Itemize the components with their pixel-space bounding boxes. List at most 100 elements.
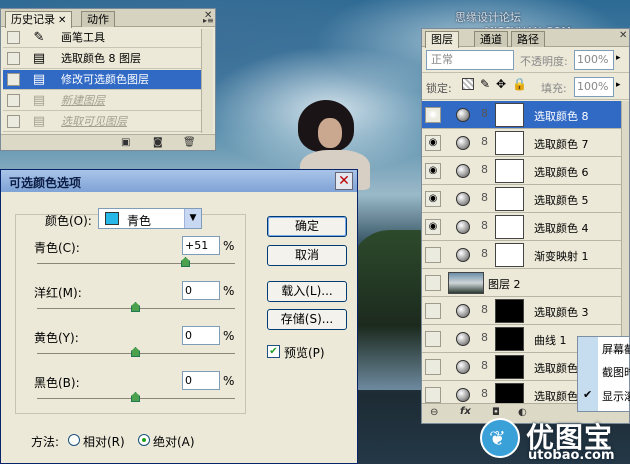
eye-icon[interactable] — [425, 331, 441, 347]
layer-mask-thumbnail[interactable] — [495, 243, 524, 267]
history-item[interactable]: ✎ 画笔工具 — [3, 28, 201, 48]
history-footer: ▣ ◙ 🗑 — [1, 134, 215, 150]
history-item[interactable]: ▤ 选取可见图层 — [3, 112, 201, 132]
lock-transparency-icon[interactable] — [462, 78, 474, 90]
layer-mask-thumbnail[interactable] — [495, 327, 524, 351]
chevron-right-icon[interactable]: ▸ — [616, 53, 621, 63]
camera-icon[interactable]: ◙ — [153, 137, 163, 148]
opacity-input[interactable]: 100% — [574, 50, 614, 70]
eye-icon[interactable]: ◉ — [425, 191, 441, 207]
history-source-box[interactable] — [7, 94, 20, 107]
history-item-selected[interactable]: ▤ 修改可选颜色图层 — [3, 70, 201, 90]
tab-actions[interactable]: 动作 — [81, 11, 115, 27]
trash-icon[interactable]: 🗑 — [183, 137, 196, 148]
slider-track[interactable] — [37, 263, 235, 264]
tab-layers[interactable]: 图层 — [425, 31, 459, 48]
eye-icon[interactable] — [425, 359, 441, 375]
load-button[interactable]: 载入(L)... — [267, 281, 347, 302]
chevron-down-icon[interactable]: ▼ — [184, 209, 201, 228]
history-scrollbar[interactable] — [201, 29, 213, 133]
layer-row[interactable]: ◉ 8 选取颜色 5 — [422, 185, 621, 213]
layer-mask-thumbnail[interactable] — [495, 355, 524, 379]
link-icon[interactable]: ⊖ — [430, 407, 438, 418]
eye-icon[interactable]: ◉ — [425, 219, 441, 235]
lock-move-icon[interactable]: ✥ — [496, 77, 506, 91]
history-source-box[interactable] — [7, 52, 20, 65]
history-source-box[interactable] — [7, 115, 20, 128]
tab-paths[interactable]: 路径 — [511, 31, 545, 47]
slider-value-input[interactable]: +51 — [182, 236, 220, 255]
tab-history[interactable]: 历史记录 ✕ — [5, 11, 73, 28]
layer-row[interactable]: ◉ 8 选取颜色 4 — [422, 213, 621, 241]
panel-menu-icon[interactable]: ▸≡ — [203, 16, 214, 25]
layer-row[interactable]: 图层 2 — [422, 269, 621, 297]
document-icon: ▤ — [32, 51, 46, 66]
ok-button-label: 确定 — [294, 219, 319, 233]
document-icon: ▤ — [32, 72, 46, 87]
fill-input[interactable]: 100% — [574, 77, 614, 97]
layer-row[interactable]: ◉ 8 选取颜色 8 — [422, 101, 621, 129]
load-button-label: 载入(L)... — [281, 284, 333, 298]
layer-row[interactable]: 8 渐变映射 1 — [422, 241, 621, 269]
eye-icon[interactable] — [425, 303, 441, 319]
layer-mask-thumbnail[interactable] — [495, 131, 524, 155]
cancel-button[interactable]: 取消 — [267, 245, 347, 266]
new-document-icon[interactable]: ▣ — [121, 137, 130, 148]
watermark-logo: ❦ 优图宝 utobao.com — [480, 410, 630, 464]
chain-link-icon[interactable]: 8 — [481, 359, 488, 372]
chain-link-icon[interactable]: 8 — [481, 247, 488, 260]
layer-mask-thumbnail[interactable] — [495, 103, 524, 127]
method-absolute-radio[interactable] — [138, 434, 150, 446]
eye-icon[interactable]: ◉ — [425, 135, 441, 151]
chain-link-icon[interactable]: 8 — [481, 163, 488, 176]
slider-value-input[interactable]: 0 — [182, 281, 220, 300]
history-source-box[interactable] — [7, 73, 20, 86]
color-select[interactable]: 青色 ▼ — [98, 208, 202, 229]
eye-icon[interactable] — [425, 247, 441, 263]
ok-button[interactable]: 确定 — [267, 216, 347, 237]
close-icon[interactable]: ✕ — [58, 15, 66, 26]
blend-mode-select[interactable]: 正常 — [426, 50, 514, 70]
lock-brush-icon[interactable]: ✎ — [480, 77, 490, 91]
eye-icon[interactable] — [425, 387, 441, 403]
layer-row[interactable]: ◉ 8 选取颜色 6 — [422, 157, 621, 185]
layer-row[interactable]: ◉ 8 选取颜色 7 — [422, 129, 621, 157]
panel-close-icon[interactable]: ✕ — [619, 30, 627, 41]
island-shape — [350, 230, 430, 390]
fx-icon[interactable]: fx — [460, 406, 471, 417]
chain-link-icon[interactable]: 8 — [481, 387, 488, 400]
tab-channels[interactable]: 通道 — [474, 31, 508, 47]
layer-mask-thumbnail[interactable] — [495, 215, 524, 239]
layer-mask-thumbnail[interactable] — [495, 159, 524, 183]
close-button[interactable]: ✕ — [335, 172, 353, 190]
method-absolute-label: 绝对(A) — [153, 435, 195, 449]
preview-checkbox[interactable]: ✔ — [267, 345, 280, 358]
chain-link-icon[interactable]: 8 — [481, 135, 488, 148]
layer-mask-thumbnail[interactable] — [495, 299, 524, 323]
layer-row[interactable]: 8 选取颜色 3 — [422, 297, 621, 325]
tab-layers-label: 图层 — [431, 33, 453, 46]
save-button[interactable]: 存储(S)... — [267, 309, 347, 330]
context-item[interactable]: 显示滚 — [602, 388, 630, 404]
layer-mask-thumbnail[interactable] — [495, 187, 524, 211]
slider-value-input[interactable]: 0 — [182, 371, 220, 390]
dialog-titlebar[interactable]: 可选颜色选项 ✕ — [1, 170, 357, 192]
method-relative-radio[interactable] — [68, 434, 80, 446]
chevron-right-icon[interactable]: ▸ — [616, 80, 621, 90]
chain-link-icon[interactable]: 8 — [481, 331, 488, 344]
history-item[interactable]: ▤ 选取颜色 8 图层 — [3, 49, 201, 69]
context-item[interactable]: 截图时 — [602, 364, 630, 380]
chain-link-icon[interactable]: 8 — [481, 303, 488, 316]
chain-link-icon[interactable]: 8 — [481, 219, 488, 232]
lock-icon[interactable]: 🔒 — [512, 77, 527, 91]
chain-link-icon[interactable]: 8 — [481, 191, 488, 204]
context-item[interactable]: 屏幕截 — [602, 341, 630, 357]
history-item[interactable]: ▤ 新建图层 — [3, 91, 201, 111]
adjustment-layer-icon — [456, 220, 470, 234]
eye-icon[interactable]: ◉ — [425, 163, 441, 179]
slider-value-input[interactable]: 0 — [182, 326, 220, 345]
chain-link-icon[interactable]: 8 — [481, 107, 488, 120]
eye-icon[interactable] — [425, 275, 441, 291]
eye-icon[interactable]: ◉ — [425, 107, 441, 123]
history-source-box[interactable] — [7, 31, 20, 44]
